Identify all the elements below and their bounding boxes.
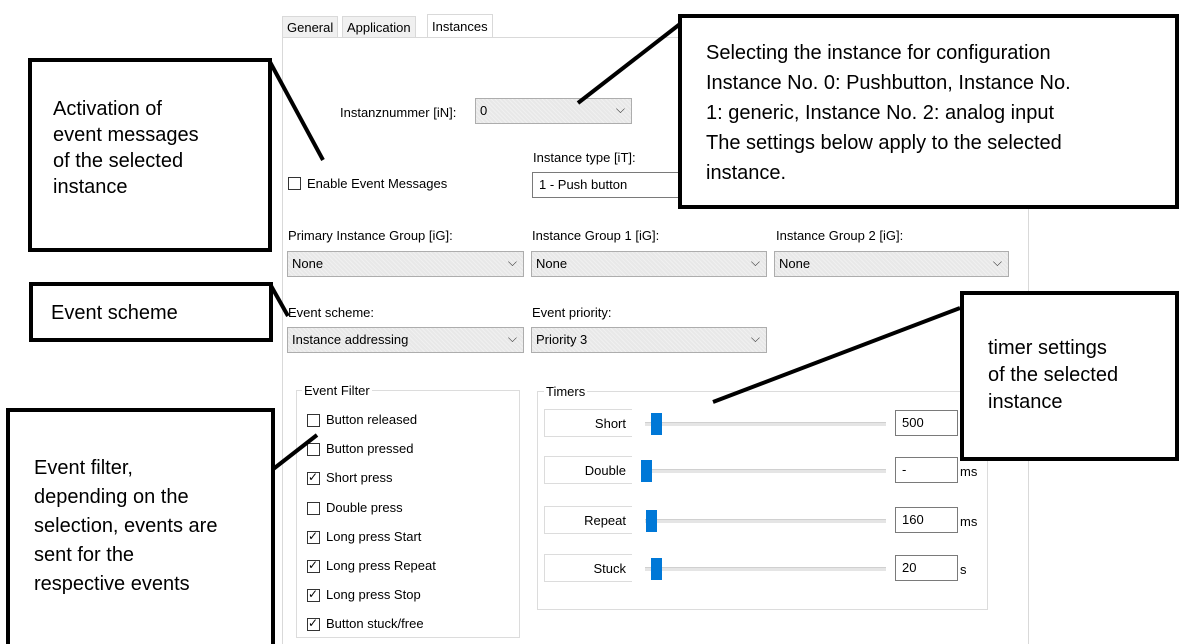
- callout-selecting: Selecting the instance for configuration…: [678, 14, 1179, 209]
- callout-activation: Activation of event messages of the sele…: [28, 58, 272, 252]
- callout-event-filter: Event filter, depending on the selection…: [6, 408, 275, 644]
- callout-timer-settings: timer settings of the selected instance: [960, 291, 1179, 461]
- callout-event-scheme: Event scheme: [29, 282, 273, 342]
